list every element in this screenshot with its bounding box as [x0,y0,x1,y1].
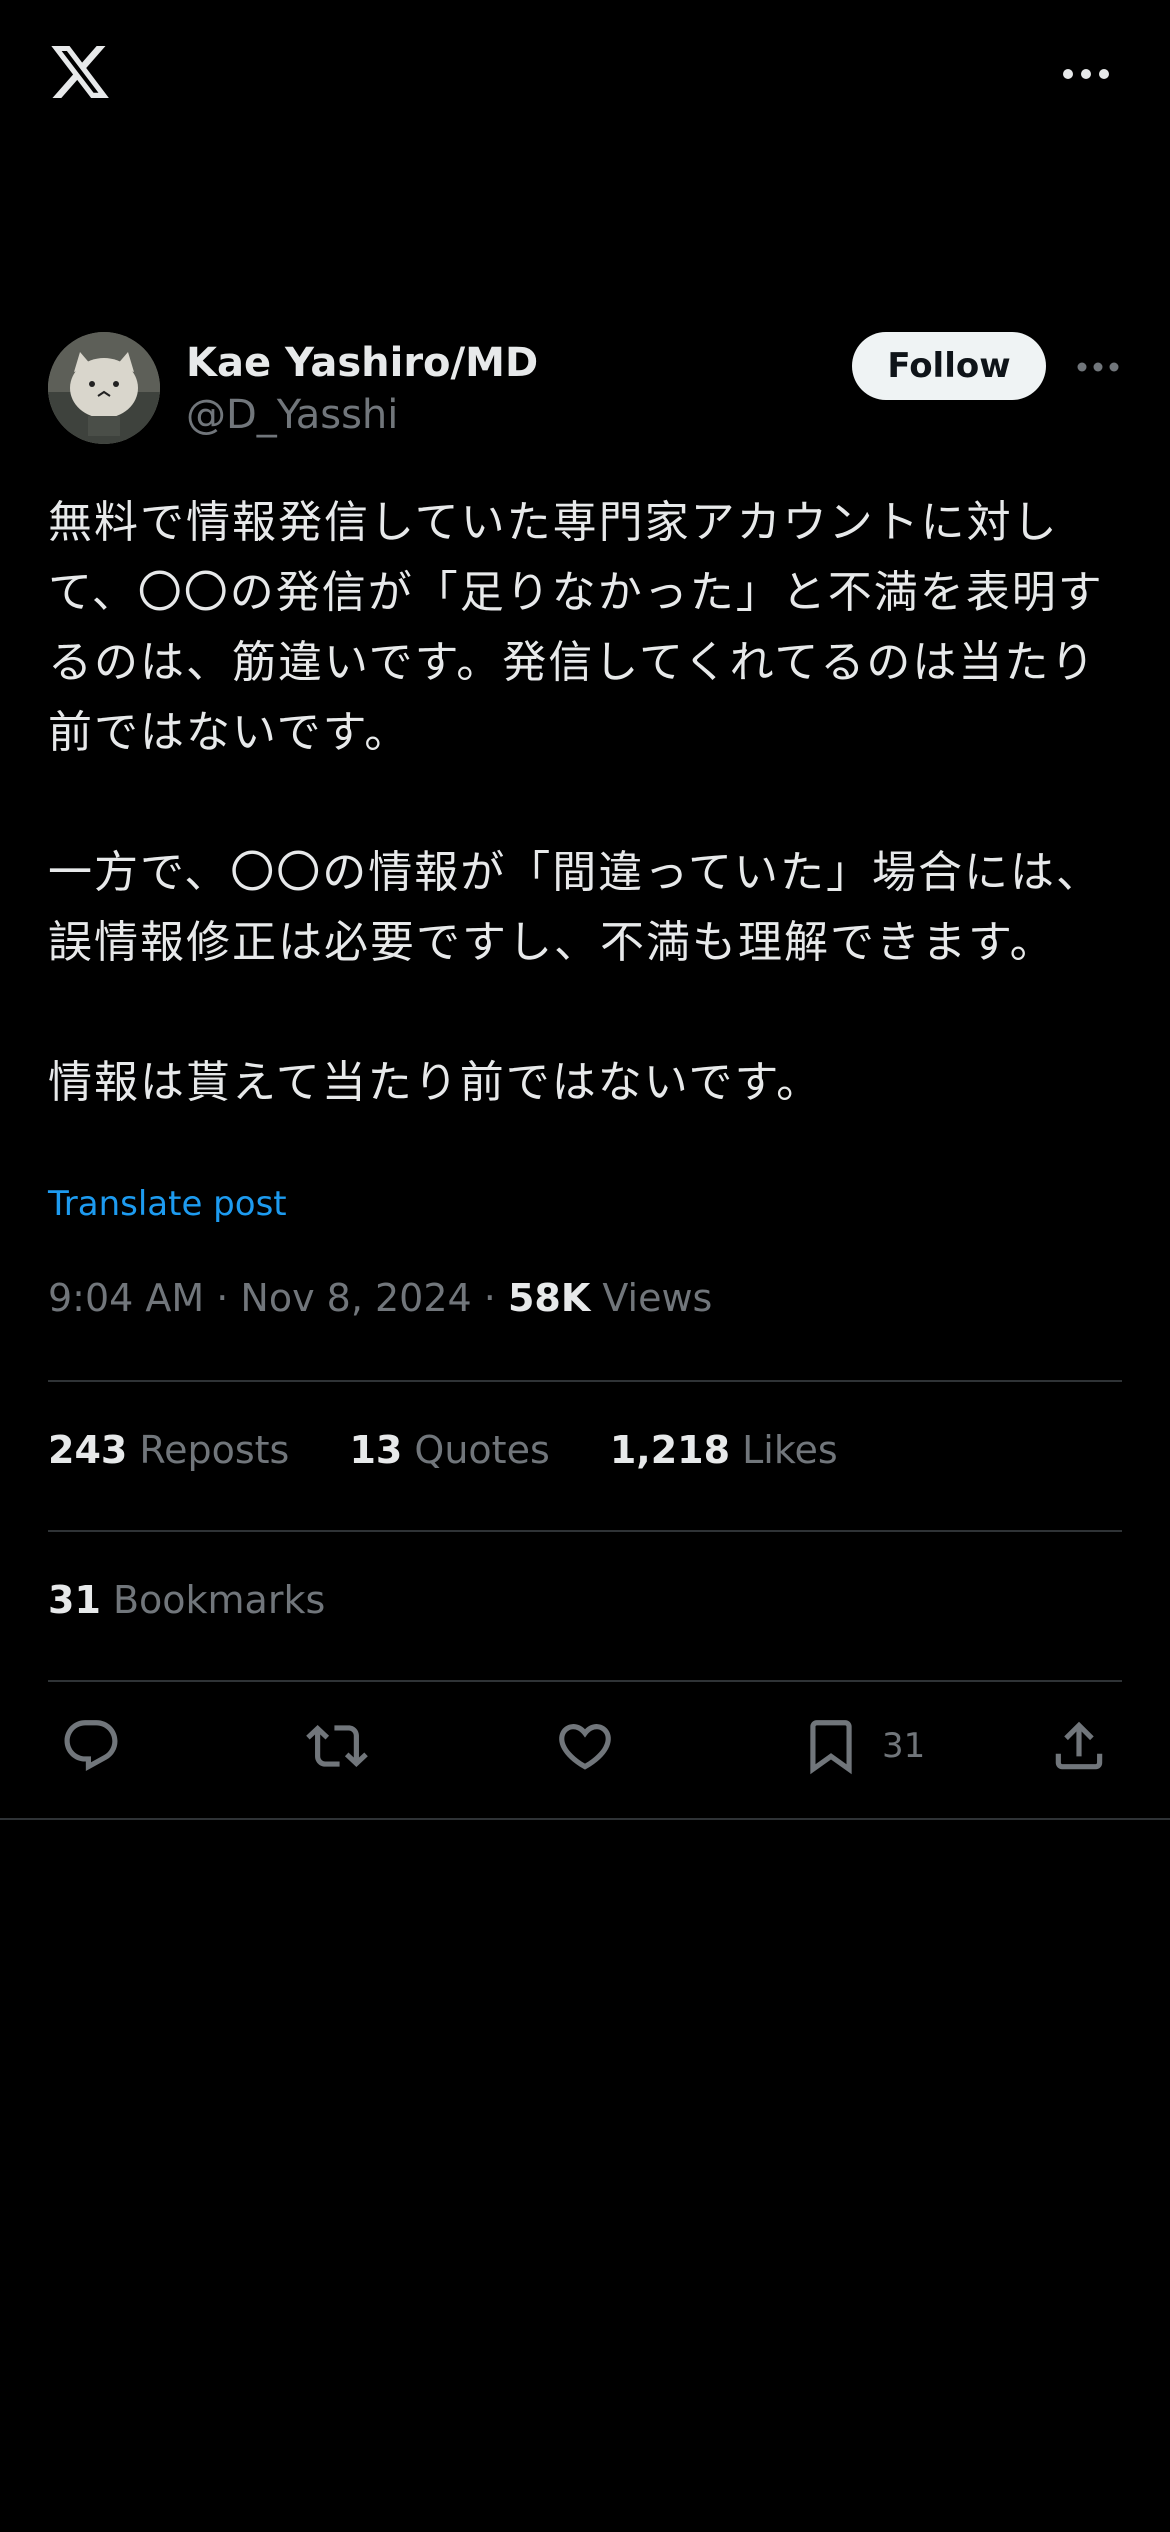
like-button[interactable] [554,1714,616,1778]
follow-button[interactable]: Follow [852,332,1046,400]
divider [48,1530,1122,1532]
post-stats: 243 Reposts 13 Quotes 1,218 Likes [48,1428,886,1472]
repost-icon [306,1725,368,1767]
post-timestamp[interactable]: 9:04 AM · Nov 8, 2024 · [48,1276,508,1320]
quotes-stat[interactable]: 13 Quotes [349,1428,549,1472]
bookmarks-count: 31 [48,1578,101,1622]
quotes-label: Quotes [402,1428,550,1472]
likes-stat[interactable]: 1,218 Likes [610,1428,838,1472]
views-label: Views [590,1276,713,1320]
views-count: 58K [507,1276,591,1320]
x-logo-icon[interactable] [46,40,114,104]
like-icon [559,1724,611,1770]
bookmark-count: 31 [882,1726,926,1766]
bookmarks-label: Bookmarks [100,1578,326,1622]
translate-post-link[interactable]: Translate post [48,1184,287,1224]
avatar[interactable] [48,332,160,444]
more-options-icon[interactable] [1056,54,1116,94]
share-button[interactable] [1048,1714,1110,1778]
more-options-icon[interactable] [1074,352,1122,382]
reply-button[interactable] [60,1714,122,1778]
author-row: Kae Yashiro/MD @D_Yasshi Follow [48,332,1122,452]
bookmark-button[interactable]: 31 [800,1714,925,1778]
likes-label: Likes [730,1428,838,1472]
reposts-label: Reposts [127,1428,290,1472]
author-name[interactable]: Kae Yashiro/MD [186,340,538,386]
bookmarks-stat[interactable]: 31 Bookmarks [48,1578,325,1622]
reposts-count: 243 [48,1428,128,1472]
author-handle[interactable]: @D_Yasshi [186,392,398,438]
divider [48,1380,1122,1382]
reposts-stat[interactable]: 243 Reposts [48,1428,289,1472]
bookmark-icon [810,1720,852,1775]
reply-icon [64,1720,118,1772]
share-icon [1055,1721,1103,1770]
likes-count: 1,218 [609,1428,731,1472]
top-bar [0,0,1170,150]
action-bar: 31 [0,1680,1170,1820]
repost-button[interactable] [306,1714,368,1778]
post-text: 無料で情報発信していた専門家アカウントに対して、〇〇の発信が「足りなかった」と不… [48,497,1104,1108]
post-meta: 9:04 AM · Nov 8, 2024 · 58K Views [48,1276,712,1320]
quotes-count: 13 [349,1428,403,1472]
divider [0,1818,1170,1820]
